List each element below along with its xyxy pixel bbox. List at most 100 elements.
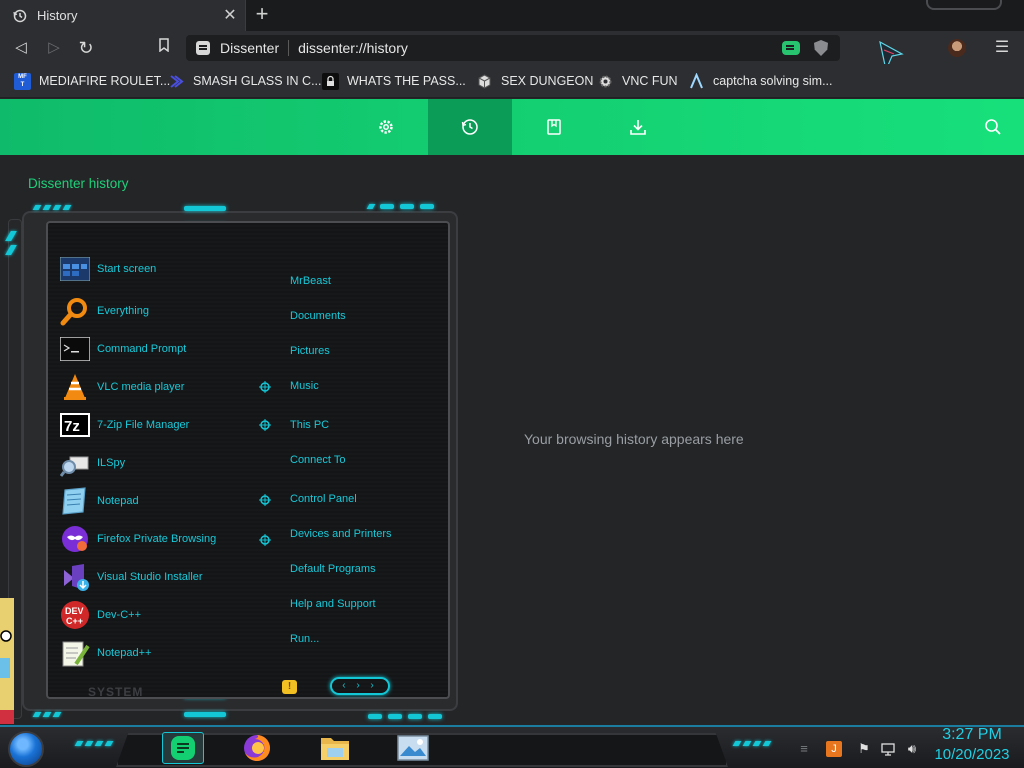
search-icon <box>985 119 1001 135</box>
frame-light <box>366 204 376 209</box>
program-notepad[interactable]: Notepad <box>60 486 139 516</box>
tab-strip: History ✕ + <box>0 0 1024 31</box>
back-button[interactable]: ◁ <box>10 37 32 59</box>
forward-button[interactable]: ▷ <box>43 37 65 59</box>
taskbar-light <box>732 741 742 746</box>
taskbar-app-file-explorer[interactable] <box>318 732 352 764</box>
svg-text:DEV: DEV <box>65 606 84 616</box>
bookmark-item[interactable]: WHATS THE PASS... <box>322 72 466 90</box>
program-vlc[interactable]: VLC media player <box>60 372 184 402</box>
taskbar-app-firefox[interactable] <box>240 732 274 764</box>
all-programs-button[interactable]: ‹ › › <box>330 677 390 695</box>
taskbar: ≡ J ⚑ 🔊︎ <box>0 725 1024 768</box>
flag-icon[interactable]: ⚑ <box>856 741 872 757</box>
firefox-private-icon <box>60 524 90 554</box>
shutdown-button[interactable]: ! <box>282 680 297 694</box>
search-button[interactable] <box>951 99 1024 155</box>
bookmark-icon <box>159 38 169 53</box>
reload-button[interactable]: ↻ <box>75 37 97 59</box>
address-divider <box>288 40 290 56</box>
dissenter-icon <box>171 736 195 760</box>
submenu-arrow-icon[interactable] <box>259 534 271 546</box>
program-command-prompt[interactable]: Command Prompt <box>60 334 186 364</box>
volume-icon[interactable]: 🔊︎ <box>904 741 920 757</box>
taskbar-light <box>742 741 752 746</box>
taskbar-light <box>94 741 104 746</box>
new-tab-button[interactable]: + <box>252 3 272 25</box>
network-icon[interactable] <box>880 741 896 757</box>
bookmark-item[interactable]: SMASH GLASS IN C... <box>168 72 322 90</box>
frame-light <box>408 714 422 719</box>
gear-icon <box>379 120 393 134</box>
page-title: Dissenter history <box>28 176 129 191</box>
program-7zip[interactable]: 7z 7-Zip File Manager <box>60 410 189 440</box>
place-pictures[interactable]: Pictures <box>290 345 330 357</box>
taskbar-app-dissenter[interactable] <box>162 732 204 764</box>
place-connect-to[interactable]: Connect To <box>290 454 345 466</box>
settings-nav-button[interactable] <box>344 99 428 155</box>
place-music[interactable]: Music <box>290 380 319 392</box>
firefox-icon <box>244 735 270 761</box>
ilspy-icon <box>60 448 90 478</box>
url-text[interactable]: dissenter://history <box>298 40 782 56</box>
place-mrbeast[interactable]: MrBeast <box>290 275 331 287</box>
history-icon <box>13 9 27 23</box>
frame-light <box>62 205 72 210</box>
bookmark-item[interactable]: MF T MEDIAFIRE ROULET... <box>14 72 170 90</box>
tray-overflow-icon[interactable]: ≡ <box>796 741 812 757</box>
magnifier-icon <box>60 296 90 326</box>
program-devcpp[interactable]: DEV C++ Dev-C++ <box>60 600 141 630</box>
frame-light <box>400 204 414 209</box>
taskbar-light <box>84 741 94 746</box>
program-notepadpp[interactable]: Notepad++ <box>60 638 151 668</box>
visual-studio-icon <box>168 73 185 90</box>
program-ilspy[interactable]: ILSpy <box>60 448 125 478</box>
shield-icon[interactable] <box>814 40 828 56</box>
bookmarks-nav-button[interactable] <box>512 99 596 155</box>
frame-light <box>368 714 382 719</box>
start-menu: Start screen Everything Command Prompt V… <box>5 201 458 721</box>
bookmark-item[interactable]: captcha solving sim... <box>688 71 833 90</box>
tab-history[interactable]: History ✕ <box>0 0 246 31</box>
dissenter-comments-icon[interactable] <box>782 41 800 55</box>
place-documents[interactable]: Documents <box>290 310 346 322</box>
main-menu-button[interactable]: ☰ <box>993 38 1011 58</box>
place-default-programs[interactable]: Default Programs <box>290 563 376 575</box>
place-devices-and-printers[interactable]: Devices and Printers <box>290 528 392 540</box>
place-help-and-support[interactable]: Help and Support <box>290 598 376 610</box>
clock-time[interactable]: 3:27 PM <box>942 726 1002 744</box>
downloads-nav-button[interactable] <box>596 99 680 155</box>
visual-studio-installer-icon <box>60 562 90 592</box>
program-firefox-private[interactable]: Firefox Private Browsing <box>60 524 216 554</box>
terminal-icon <box>60 334 90 364</box>
bookmarks-bar: MF T MEDIAFIRE ROULET... SMASH GLASS IN C… <box>0 64 1024 98</box>
notepadpp-icon <box>60 638 90 668</box>
start-screen-icon <box>60 254 90 284</box>
submenu-arrow-icon[interactable] <box>259 381 271 393</box>
taskbar-app-photos[interactable] <box>396 732 430 764</box>
tray-app-icon[interactable]: J <box>826 741 842 757</box>
vlc-cone-icon <box>60 372 90 402</box>
place-this-pc[interactable]: This PC <box>290 419 329 431</box>
program-start-screen[interactable]: Start screen <box>60 254 156 284</box>
address-bar[interactable]: Dissenter dissenter://history <box>186 35 840 61</box>
tab-title: History <box>37 8 78 23</box>
submenu-arrow-icon[interactable] <box>259 419 271 431</box>
frame-light <box>52 205 62 210</box>
bookmark-icon <box>547 119 561 135</box>
close-icon[interactable]: ✕ <box>223 7 237 23</box>
place-control-panel[interactable]: Control Panel <box>290 493 357 505</box>
place-run[interactable]: Run... <box>290 633 319 645</box>
history-nav-button[interactable] <box>428 99 512 155</box>
profile-avatar[interactable] <box>948 39 966 57</box>
program-everything[interactable]: Everything <box>60 296 149 326</box>
bookmark-item[interactable]: SEX DUNGEON <box>476 72 593 90</box>
frame-light <box>32 205 42 210</box>
submenu-arrow-icon[interactable] <box>259 494 271 506</box>
bookmark-item[interactable]: VNC FUN <box>597 72 678 90</box>
program-visual-studio-installer[interactable]: Visual Studio Installer <box>60 562 203 592</box>
navigation-bar: ◁ ▷ ↻ Dissenter dissenter://history <box>0 31 1024 64</box>
clock-date[interactable]: 10/20/2023 <box>930 746 1014 763</box>
start-orb-button[interactable] <box>8 731 44 767</box>
bookmark-button[interactable] <box>153 37 175 59</box>
